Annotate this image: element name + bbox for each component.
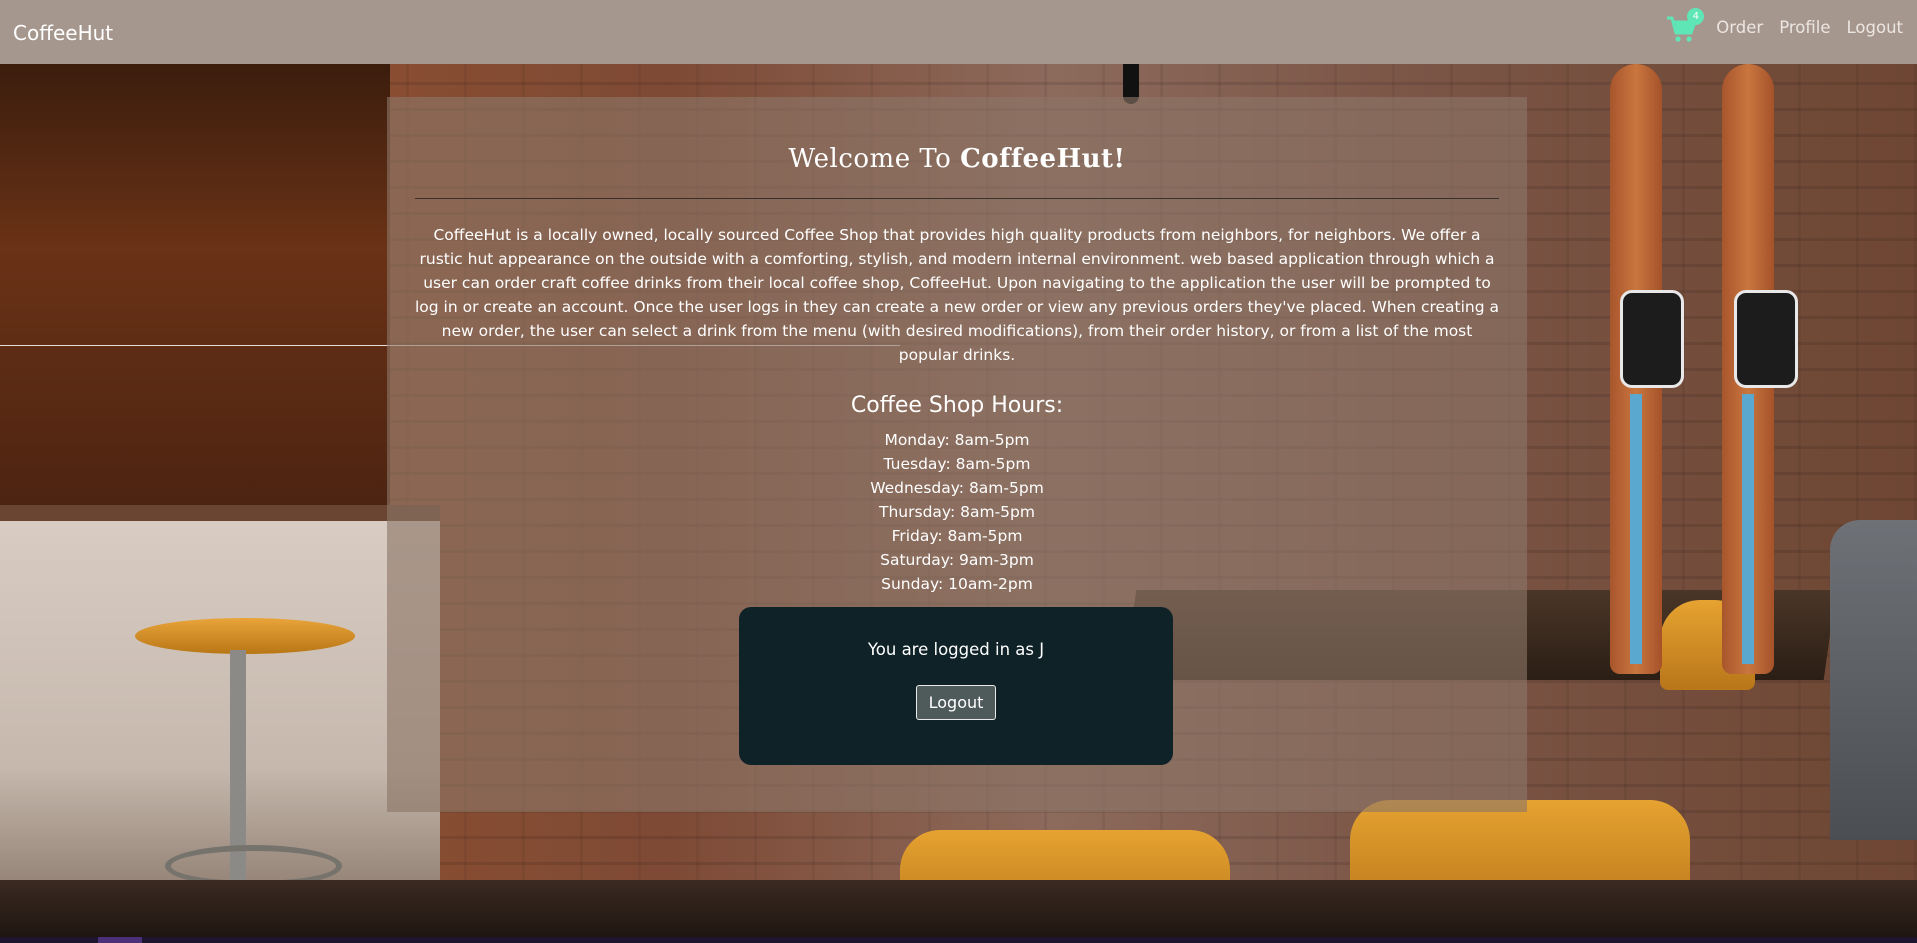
background-floor — [0, 880, 1917, 943]
hours-thursday: Thursday: 8am-5pm — [879, 503, 1035, 521]
background-stool — [135, 618, 355, 654]
logout-button[interactable]: Logout — [915, 685, 997, 720]
nav-profile-link[interactable]: Profile — [1779, 18, 1830, 37]
login-status-card: You are logged in as J Logout — [739, 607, 1173, 765]
heading-divider — [415, 198, 1499, 199]
brand-link[interactable]: CoffeeHut — [13, 21, 113, 45]
welcome-panel: Welcome To CoffeeHut! CoffeeHut is a loc… — [387, 97, 1527, 812]
nav-order-link[interactable]: Order — [1716, 18, 1763, 37]
nav-links: 4 Order Profile Logout — [1666, 7, 1904, 43]
hours-title: Coffee Shop Hours: — [850, 393, 1064, 418]
background-ski-binding — [1734, 290, 1798, 388]
hours-saturday: Saturday: 9am-3pm — [880, 551, 1034, 569]
login-status-text: You are logged in as J — [867, 640, 1045, 659]
cart-button[interactable]: 4 — [1666, 7, 1705, 43]
top-navbar: CoffeeHut 4 Order Profile Logout — [0, 0, 1917, 64]
welcome-heading: Welcome To CoffeeHut! — [415, 144, 1499, 174]
hours-sunday: Sunday: 10am-2pm — [881, 575, 1033, 593]
cart-count-badge: 4 — [1687, 7, 1705, 25]
about-text: CoffeeHut is a locally owned, locally so… — [415, 226, 1500, 364]
background-armchair — [1830, 520, 1917, 840]
background-ski-binding — [1620, 290, 1684, 388]
bottom-strip — [0, 937, 1917, 943]
hours-friday: Friday: 8am-5pm — [891, 527, 1023, 545]
nav-logout-link[interactable]: Logout — [1847, 18, 1904, 37]
welcome-brand: CoffeeHut! — [960, 144, 1126, 174]
welcome-prefix: Welcome To — [788, 144, 961, 174]
hours-tuesday: Tuesday: 8am-5pm — [883, 455, 1031, 473]
background-shelf — [0, 64, 390, 524]
hours-wednesday: Wednesday: 8am-5pm — [870, 479, 1044, 497]
hours-list: Monday: 8am-5pm Tuesday: 8am-5pm Wednesd… — [415, 428, 1499, 596]
hours-monday: Monday: 8am-5pm — [884, 431, 1030, 449]
